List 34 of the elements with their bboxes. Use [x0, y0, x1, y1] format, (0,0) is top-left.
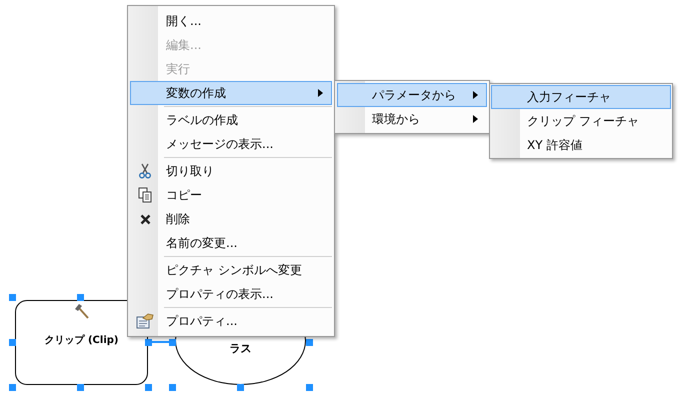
selection-handle[interactable] — [9, 384, 16, 391]
menu-item[interactable]: ラベルの作成 — [130, 108, 332, 132]
menu-item[interactable]: パラメータから — [337, 83, 487, 107]
tool-node[interactable]: クリップ (Clip) — [15, 300, 148, 385]
menu-item[interactable]: 変数の作成 — [130, 81, 332, 105]
selection-handle[interactable] — [169, 339, 176, 346]
selection-handle[interactable] — [169, 384, 176, 391]
selection-handle[interactable] — [145, 339, 152, 346]
selection-handle[interactable] — [77, 294, 84, 301]
menu-item[interactable]: 名前の変更... — [130, 231, 332, 255]
properties-icon — [136, 313, 154, 329]
menu-item[interactable]: 環境から — [337, 107, 487, 131]
delete-icon — [140, 214, 150, 224]
menu-item[interactable]: XY 許容値 — [491, 133, 671, 157]
selection-handle[interactable] — [145, 384, 152, 391]
selection-handle[interactable] — [9, 339, 16, 346]
menu-item[interactable]: コピー — [130, 183, 332, 207]
selection-handle[interactable] — [306, 384, 313, 391]
menu-item[interactable]: 入力フィーチャ — [491, 85, 671, 109]
menu-item[interactable]: 削除 — [130, 207, 332, 231]
menu-item[interactable]: ピクチャ シンボルへ変更 — [130, 258, 332, 282]
menu-item[interactable]: 切り取り — [130, 159, 332, 183]
selection-handle[interactable] — [77, 384, 84, 391]
menu-item[interactable]: 開く... — [130, 9, 332, 33]
scissors-icon — [138, 163, 152, 179]
selection-handle[interactable] — [9, 294, 16, 301]
selection-handle[interactable] — [306, 339, 313, 346]
node-label: ラス — [230, 341, 252, 357]
node-label: クリップ (Clip) — [44, 333, 118, 348]
selection-handle[interactable] — [237, 384, 244, 391]
menu-item[interactable]: メッセージの表示... — [130, 132, 332, 156]
menu-item[interactable]: クリップ フィーチャ — [491, 109, 671, 133]
hammer-icon — [72, 303, 90, 321]
copy-icon — [138, 187, 152, 203]
